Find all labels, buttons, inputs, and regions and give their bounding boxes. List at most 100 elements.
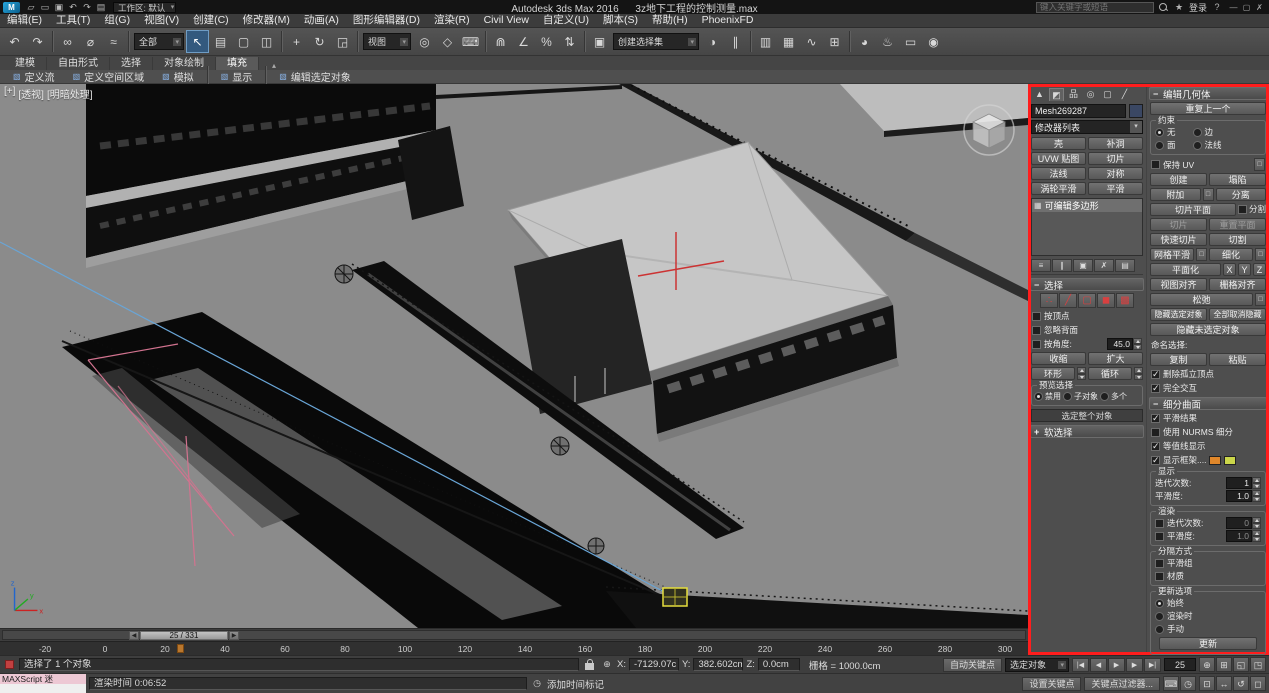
constraint-normal-radio[interactable] (1193, 141, 1202, 150)
selection-region-icon[interactable]: ▢ (232, 30, 255, 53)
hide-selected-button[interactable]: 隐藏选定对象 (1150, 308, 1207, 321)
constraint-none-radio[interactable] (1155, 128, 1164, 137)
tessellate-settings-button[interactable]: □ (1255, 248, 1266, 261)
current-frame-marker[interactable] (177, 644, 184, 653)
minimize-icon[interactable]: — (1227, 3, 1240, 12)
auto-key-button[interactable]: 自动关键点 (943, 658, 1002, 672)
scene-selected-object[interactable] (663, 588, 687, 606)
render-smoothness-spinner[interactable]: 1.0 (1226, 530, 1261, 542)
use-nurms-checkbox[interactable] (1151, 428, 1160, 437)
unlink-selection-icon[interactable]: ⌀ (79, 30, 102, 53)
stack-item[interactable]: ▦ 可编辑多边形 (1032, 199, 1142, 212)
by-vertex-checkbox[interactable] (1032, 312, 1041, 321)
paste-button[interactable]: 粘贴 (1209, 353, 1266, 366)
modifier-button-6[interactable]: 涡轮平滑 (1031, 182, 1086, 195)
orbit-icon[interactable]: ↺ (1233, 676, 1249, 691)
material-editor-icon[interactable]: ◕ (853, 30, 876, 53)
constraint-edge-radio[interactable] (1193, 128, 1202, 137)
maximize-viewport-icon[interactable]: ◻ (1250, 676, 1266, 691)
modifier-button-4[interactable]: 法线 (1031, 167, 1086, 180)
menu-item-3[interactable]: 视图(V) (137, 14, 186, 27)
go-to-end-icon[interactable]: ▶| (1144, 658, 1161, 672)
msmooth-button[interactable]: 网格平滑 (1150, 248, 1194, 261)
render-iterations-value[interactable]: 0 (1226, 517, 1252, 529)
app-logo-icon[interactable]: M (3, 2, 20, 13)
ribbon-button-定义空间区域[interactable]: ▧定义空间区域 (65, 69, 153, 84)
select-and-move-icon[interactable]: + (285, 30, 308, 53)
menu-item-6[interactable]: 动画(A) (297, 14, 346, 27)
maxscript-listener-field[interactable] (0, 684, 86, 693)
keyboard-shortcut-override-icon[interactable]: ⌨ (1163, 676, 1179, 691)
delete-isolated-vertices-checkbox[interactable] (1151, 370, 1160, 379)
render-smoothness-value[interactable]: 1.0 (1226, 530, 1252, 542)
named-selection-select[interactable]: 创建选择集▾ (613, 33, 699, 50)
collapse-button[interactable]: 塌陷 (1209, 173, 1266, 186)
viewport-pov-menu[interactable]: [透视] (18, 86, 44, 101)
go-to-start-icon[interactable]: |◀ (1072, 658, 1089, 672)
time-configuration-icon[interactable]: ◷ (1180, 676, 1196, 691)
border-mode-icon[interactable]: ▢ (1078, 293, 1096, 308)
msmooth-settings-button[interactable]: □ (1196, 248, 1207, 261)
detach-button[interactable]: 分离 (1216, 188, 1267, 201)
element-mode-icon[interactable]: ▩ (1116, 293, 1134, 308)
bind-to-space-warp-icon[interactable]: ≈ (102, 30, 125, 53)
ribbon-toggle-icon[interactable]: ▦ (777, 30, 800, 53)
ignore-backfacing-checkbox[interactable] (1032, 326, 1041, 335)
modifier-stack[interactable]: ▦ 可编辑多边形 (1031, 198, 1143, 256)
update-manually-radio[interactable] (1155, 625, 1164, 634)
viewport-shading-menu[interactable]: [明暗处理] (47, 86, 93, 101)
planar-y-button[interactable]: Y (1238, 263, 1251, 276)
rollout-soft-selection[interactable]: + 软选择 (1030, 425, 1144, 438)
time-slider[interactable]: ◀ 25 / 331 ▶ (0, 628, 1028, 641)
snap-toggle-icon[interactable]: ⋒ (489, 30, 512, 53)
spinner-arrows-icon[interactable] (1252, 490, 1261, 502)
loop-button[interactable]: 循环 (1088, 367, 1132, 380)
track-bar[interactable]: -200204060801001201401601802002202402602… (0, 641, 1028, 655)
show-cage-checkbox[interactable] (1151, 456, 1160, 465)
maxscript-macro-field[interactable]: MAXScript 迷 (0, 674, 86, 684)
tab-utilities[interactable]: ╱ (1117, 88, 1132, 101)
add-time-tag-label[interactable]: 添加时间标记 (547, 677, 604, 691)
hide-unselected-button[interactable]: 隐藏未选定对象 (1150, 323, 1266, 336)
open-file-icon[interactable]: ▭ (38, 2, 52, 13)
time-slider-next-icon[interactable]: ▶ (229, 631, 239, 640)
preview-subobject-radio[interactable] (1063, 392, 1072, 401)
workspace-dropdown[interactable]: 工作区: 默认 (113, 2, 176, 13)
maxscript-mini-listener[interactable]: MAXScript 迷 (0, 674, 86, 693)
relax-settings-button[interactable]: □ (1255, 293, 1266, 306)
spinner-arrows-icon[interactable] (1252, 530, 1261, 542)
smoothing-groups-checkbox[interactable] (1155, 559, 1164, 568)
undo-icon[interactable]: ↶ (66, 2, 80, 13)
display-iterations-spinner[interactable]: 1 (1226, 477, 1261, 489)
rollout-subdivision-surface[interactable]: − 细分曲面 (1149, 397, 1267, 410)
pin-stack-icon[interactable]: ≡ (1031, 259, 1051, 272)
spinner-arrows-icon[interactable] (1252, 517, 1261, 529)
zoom-icon[interactable]: ⊕ (1199, 657, 1215, 672)
pan-icon[interactable]: ↔ (1216, 676, 1232, 691)
grid-align-button[interactable]: 栅格对齐 (1209, 278, 1266, 291)
isolate-selection-icon[interactable] (5, 660, 14, 669)
cage-color-swatch[interactable] (1224, 456, 1236, 465)
edge-mode-icon[interactable]: ╱ (1059, 293, 1077, 308)
cage-color-swatch[interactable] (1209, 456, 1221, 465)
absolute-mode-icon[interactable]: ⊕ (600, 659, 614, 670)
attach-button[interactable]: 附加 (1150, 188, 1201, 201)
select-by-name-icon[interactable]: ▤ (209, 30, 232, 53)
by-angle-checkbox[interactable] (1032, 340, 1041, 349)
use-pivot-center-icon[interactable]: ◎ (413, 30, 436, 53)
ribbon-button-模拟[interactable]: ▧模拟 (154, 69, 202, 84)
viewcube[interactable] (961, 102, 1017, 158)
mirror-icon[interactable]: ◑ (701, 30, 724, 53)
zoom-extents-icon[interactable]: ◱ (1233, 657, 1249, 672)
schematic-view-icon[interactable]: ⊞ (823, 30, 846, 53)
selection-filter-select[interactable]: 全部▾ (134, 33, 184, 50)
view-align-button[interactable]: 视图对齐 (1150, 278, 1207, 291)
vertex-mode-icon[interactable]: ∴ (1040, 293, 1058, 308)
modifier-button-1[interactable]: 补洞 (1088, 137, 1143, 150)
window-crossing-icon[interactable]: ◫ (255, 30, 278, 53)
percent-snap-icon[interactable]: % (535, 30, 558, 53)
project-folder-icon[interactable]: ▤ (94, 2, 108, 13)
y-coordinate-field[interactable]: 382.602cm (693, 658, 743, 671)
x-coordinate-field[interactable]: -7129.07c (629, 658, 679, 671)
search-input[interactable] (1036, 2, 1154, 13)
